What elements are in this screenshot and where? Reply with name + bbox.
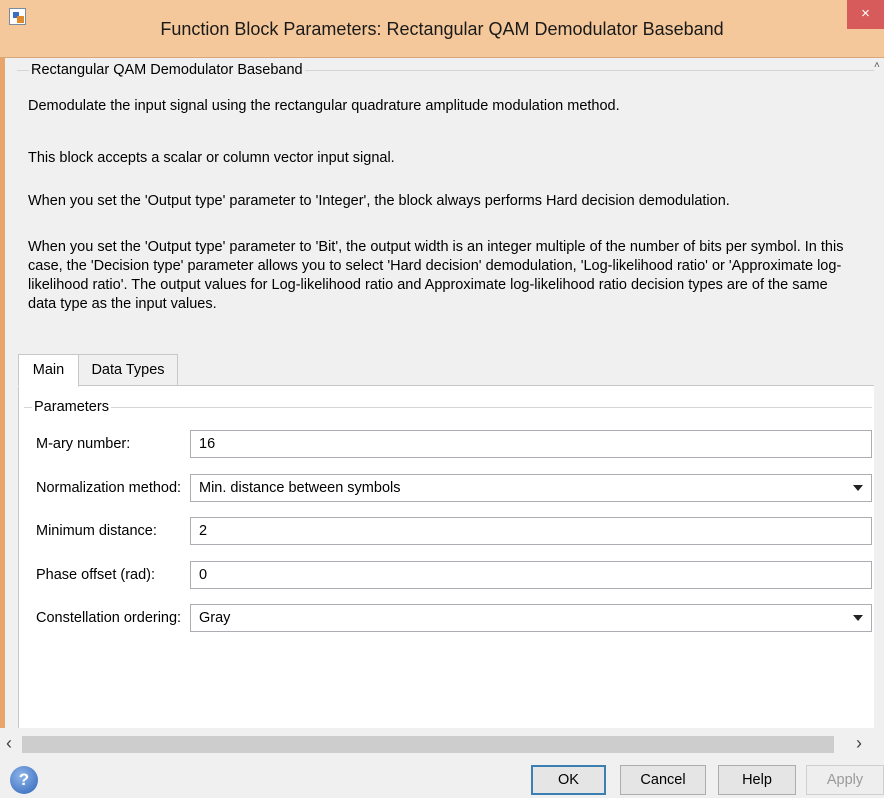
- description-para1: Demodulate the input signal using the re…: [28, 98, 620, 114]
- close-button[interactable]: ×: [847, 0, 884, 29]
- help-button[interactable]: Help: [718, 765, 796, 795]
- m-ary-label: M-ary number:: [36, 436, 131, 452]
- description-para3: When you set the 'Output type' parameter…: [28, 193, 730, 209]
- parameters-group-title: Parameters: [32, 399, 111, 415]
- scroll-left-icon[interactable]: ‹: [6, 733, 12, 754]
- normalization-select[interactable]: Min. distance between symbols: [190, 474, 872, 502]
- window-border: [0, 58, 5, 798]
- description-group-title: Rectangular QAM Demodulator Baseband: [29, 62, 305, 78]
- help-icon[interactable]: ?: [10, 766, 38, 794]
- dropdown-arrow-icon: [853, 615, 863, 621]
- apply-button[interactable]: Apply: [806, 765, 884, 795]
- min-distance-label: Minimum distance:: [36, 523, 157, 539]
- vertical-scrollbar[interactable]: ˄ ˅: [874, 58, 884, 775]
- normalization-value: Min. distance between symbols: [199, 480, 401, 496]
- phase-offset-label: Phase offset (rad):: [36, 567, 156, 583]
- horizontal-scrollbar[interactable]: ‹ ›: [0, 728, 884, 762]
- main-tab-panel: Parameters M-ary number: 16 Normalizatio…: [18, 385, 876, 743]
- normalization-label: Normalization method:: [36, 480, 182, 496]
- title-bar[interactable]: Function Block Parameters: Rectangular Q…: [0, 0, 884, 58]
- dropdown-arrow-icon: [853, 485, 863, 491]
- m-ary-input[interactable]: 16: [190, 430, 872, 458]
- tab-data-types[interactable]: Data Types: [78, 354, 178, 386]
- phase-offset-input[interactable]: 0: [190, 561, 872, 589]
- scrollbar-thumb[interactable]: [22, 736, 834, 753]
- cancel-button[interactable]: Cancel: [620, 765, 706, 795]
- button-bar: ? OK Cancel Help Apply: [0, 762, 884, 798]
- description-para4-line3: likelihood ratio'. The output values for…: [28, 277, 828, 293]
- description-para4-line1: When you set the 'Output type' parameter…: [28, 239, 844, 255]
- scroll-up-icon[interactable]: ˄: [874, 60, 880, 71]
- description-para2: This block accepts a scalar or column ve…: [28, 150, 395, 166]
- tab-main[interactable]: Main: [18, 354, 79, 387]
- ok-button[interactable]: OK: [531, 765, 606, 795]
- constellation-value: Gray: [199, 610, 231, 626]
- description-para4-line2: case, the 'Decision type' parameter allo…: [28, 258, 842, 274]
- scroll-right-icon[interactable]: ›: [856, 733, 862, 754]
- description-group: Rectangular QAM Demodulator Baseband Dem…: [17, 62, 875, 350]
- min-distance-input[interactable]: 2: [190, 517, 872, 545]
- description-para4-line4: data type as the input values.: [28, 296, 217, 312]
- constellation-select[interactable]: Gray: [190, 604, 872, 632]
- window-title: Function Block Parameters: Rectangular Q…: [160, 19, 724, 39]
- constellation-label: Constellation ordering:: [36, 610, 182, 626]
